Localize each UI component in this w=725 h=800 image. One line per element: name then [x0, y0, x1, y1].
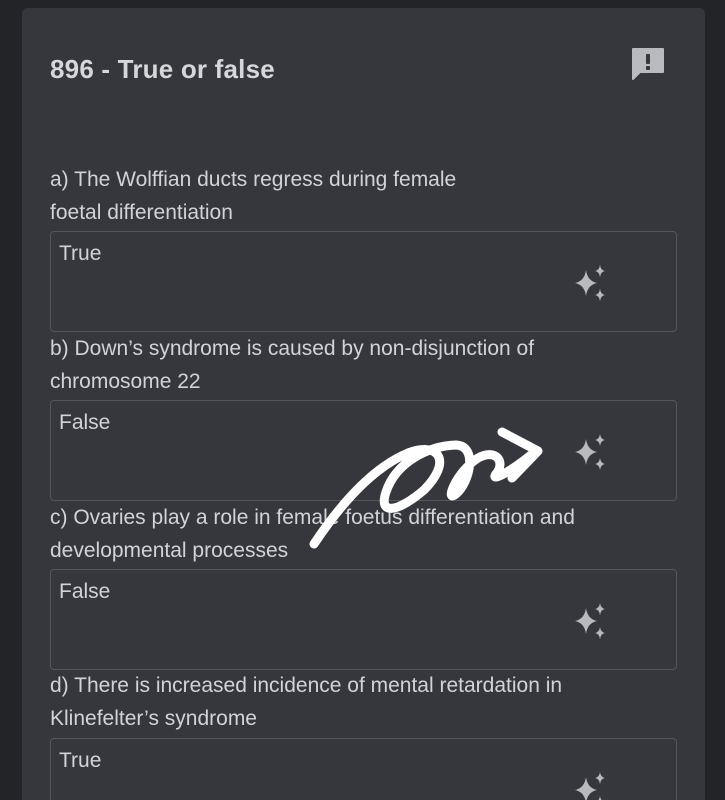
answer-field-d[interactable]: True [50, 738, 677, 800]
question-a-line1: a) The Wolffian ducts regress during fem… [50, 168, 457, 191]
question-d: d) There is increased incidence of menta… [50, 669, 670, 735]
question-c: c) Ovaries play a role in female foetus … [50, 501, 670, 567]
question-d-line2: Klinefelter’s syndrome [50, 707, 257, 730]
report-button[interactable] [628, 44, 668, 84]
sparkle-icon [575, 265, 605, 301]
answer-d-text: True [59, 749, 102, 772]
answer-field-a[interactable]: True [50, 231, 677, 332]
question-d-line1: d) There is increased incidence of menta… [50, 674, 563, 697]
question-c-line1: c) Ovaries play a role in female foetus … [50, 506, 575, 529]
card-title: 896 - True or false [50, 54, 275, 84]
report-icon [632, 48, 664, 80]
question-b-line2: chromosome 22 [50, 370, 201, 393]
sparkle-icon [575, 772, 605, 800]
answer-a-text: True [59, 242, 102, 265]
answer-field-b[interactable]: False [50, 400, 677, 501]
ai-sparkle-button-b[interactable] [567, 429, 613, 475]
ai-sparkle-button-c[interactable] [567, 598, 613, 644]
question-a-line2: foetal differentiation [50, 201, 233, 224]
question-c-line2: developmental processes [50, 539, 289, 562]
sparkle-icon [575, 434, 605, 470]
question-b: b) Down’s syndrome is caused by non-disj… [50, 332, 670, 398]
ai-sparkle-button-a[interactable] [567, 260, 613, 306]
sparkle-icon [575, 603, 605, 639]
answer-c-text: False [59, 580, 111, 603]
answer-field-c[interactable]: False [50, 569, 677, 670]
ai-sparkle-button-d[interactable] [567, 767, 613, 800]
question-b-line1: b) Down’s syndrome is caused by non-disj… [50, 337, 535, 360]
answer-b-text: False [59, 411, 111, 434]
question-a: a) The Wolffian ducts regress during fem… [50, 163, 670, 229]
